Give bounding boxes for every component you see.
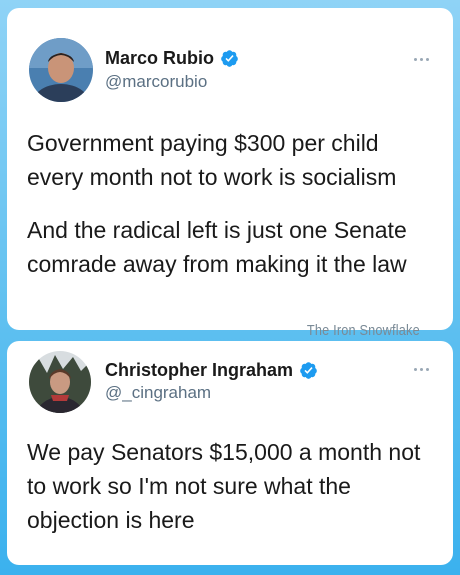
author-row: Marco Rubio <box>105 48 239 69</box>
avatar-rubio[interactable] <box>29 38 93 102</box>
tweet-text-paragraph: And the radical left is just one Senate … <box>27 217 407 277</box>
verified-badge-icon <box>221 50 238 67</box>
watermark: The Iron Snowflake <box>307 322 420 339</box>
verified-badge-icon <box>300 362 317 379</box>
tweet-card-rubio[interactable]: Marco Rubio @marcorubio Government payin… <box>7 8 453 330</box>
avatar-ingraham[interactable] <box>29 351 91 413</box>
display-name[interactable]: Christopher Ingraham <box>105 360 293 381</box>
handle[interactable]: @_cingraham <box>105 383 211 403</box>
tweet-text-paragraph: We pay Senators $15,000 a month not to w… <box>27 439 421 533</box>
tweet-text-paragraph: Government paying $300 per child every m… <box>27 130 397 190</box>
avatar-ingraham-image <box>29 351 91 413</box>
avatar-rubio-image <box>29 38 93 102</box>
more-options-icon[interactable] <box>414 58 429 61</box>
more-options-icon[interactable] <box>414 368 429 371</box>
display-name[interactable]: Marco Rubio <box>105 48 214 69</box>
tweet-card-ingraham[interactable]: Christopher Ingraham @_cingraham We pay … <box>7 341 453 565</box>
handle[interactable]: @marcorubio <box>105 72 207 92</box>
author-row: Christopher Ingraham <box>105 360 318 381</box>
